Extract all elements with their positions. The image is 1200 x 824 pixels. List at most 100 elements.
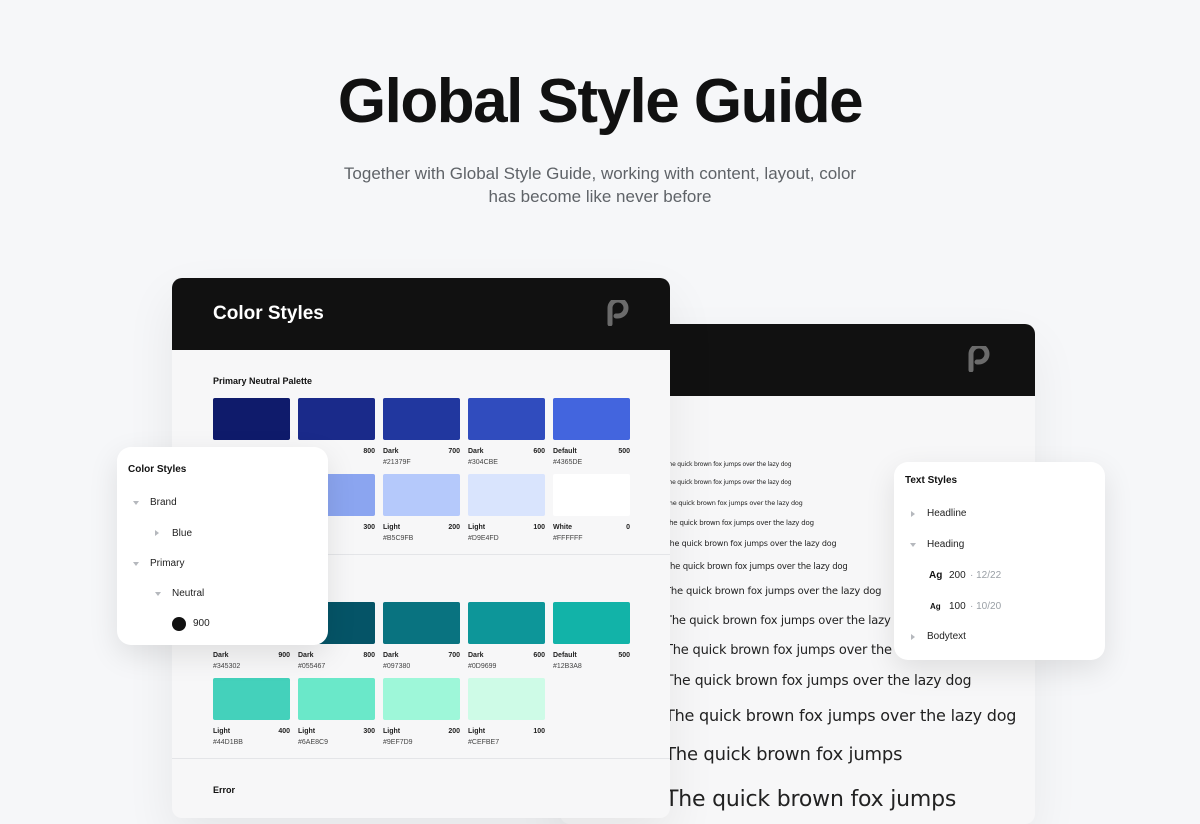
color-swatch[interactable] xyxy=(553,602,630,644)
color-swatch[interactable] xyxy=(553,474,630,516)
color-styles-panel: Color Styles Brand Blue Primary Neutral … xyxy=(117,447,328,645)
type-sample-line: The quick brown fox jumps over the lazy … xyxy=(665,539,837,548)
swatch-value: 600 xyxy=(533,448,545,455)
swatch-name: Default xyxy=(553,448,577,455)
chevron-down-icon[interactable] xyxy=(910,543,916,547)
swatch-value: 100 xyxy=(533,728,545,735)
tree-item-brand[interactable]: Brand xyxy=(150,497,177,508)
section-divider xyxy=(172,758,670,759)
color-swatch[interactable] xyxy=(468,602,545,644)
swatch-name: Light xyxy=(468,524,486,531)
color-swatch[interactable] xyxy=(553,398,630,440)
chevron-down-icon[interactable] xyxy=(155,592,161,596)
swatch-name: Dark xyxy=(383,448,399,455)
swatch-hex: #304CBE xyxy=(468,459,498,466)
tree-item-neutral[interactable]: Neutral xyxy=(172,588,204,599)
color-swatch[interactable] xyxy=(383,602,460,644)
type-lineheight-100: · 10/20 xyxy=(970,601,1002,612)
color-dot-icon xyxy=(172,617,186,631)
swatch-hex: #097380 xyxy=(383,663,411,670)
swatch-name: Light xyxy=(213,728,231,735)
type-sample-ag-100: Ag xyxy=(930,602,941,611)
swatch-value: 700 xyxy=(448,448,460,455)
type-sample-line: The quick brown fox jumps over the lazy … xyxy=(665,613,916,627)
chevron-down-icon[interactable] xyxy=(133,501,139,505)
swatch-value: 500 xyxy=(618,652,630,659)
swatch-value: 600 xyxy=(533,652,545,659)
tree-item-headline[interactable]: Headline xyxy=(927,508,966,519)
chevron-right-icon[interactable] xyxy=(911,511,915,517)
tree-item-heading[interactable]: Heading xyxy=(927,539,964,550)
tree-item-primary[interactable]: Primary xyxy=(150,558,184,569)
chevron-right-icon[interactable] xyxy=(911,634,915,640)
swatch-name: Dark xyxy=(298,652,314,659)
type-sample-ag-200: Ag xyxy=(929,570,943,581)
swatch-name: Dark xyxy=(383,652,399,659)
swatch-value: 700 xyxy=(448,652,460,659)
color-card-header: Color Styles xyxy=(172,278,670,350)
color-card-title: Color Styles xyxy=(213,303,324,324)
color-swatch[interactable] xyxy=(213,398,290,440)
color-swatch[interactable] xyxy=(298,398,375,440)
type-sample-line: The quick brown fox jumps over the lazy … xyxy=(665,673,972,689)
swatch-value: 500 xyxy=(618,448,630,455)
tree-item-shade-900[interactable]: 900 xyxy=(193,618,210,629)
color-swatch[interactable] xyxy=(298,678,375,720)
swatch-hex: #D9E4FD xyxy=(468,535,499,542)
text-panel-title: Text Styles xyxy=(905,475,958,486)
type-sample-line: The quick brown fox jumps over the lazy … xyxy=(665,519,814,527)
swatch-name: Light xyxy=(468,728,486,735)
swatch-value: 200 xyxy=(448,524,460,531)
brand-p-logo-icon xyxy=(607,300,629,326)
tree-item-blue[interactable]: Blue xyxy=(172,528,192,539)
swatch-hex: #FFFFFF xyxy=(553,535,583,542)
swatch-hex: #055467 xyxy=(298,663,326,670)
type-sample-line: The quick brown fox jumps over the lazy … xyxy=(665,461,792,468)
color-swatch[interactable] xyxy=(468,398,545,440)
color-swatch[interactable] xyxy=(383,678,460,720)
swatch-hex: #4365DE xyxy=(553,459,583,466)
type-sample-line: The quick brown fox jumps over the lazy … xyxy=(665,499,803,507)
type-sample-line: The quick brown fox jumps over the lazy … xyxy=(665,706,1017,725)
swatch-hex: #0D9699 xyxy=(468,663,497,670)
chevron-down-icon[interactable] xyxy=(133,562,139,566)
color-swatch[interactable] xyxy=(383,398,460,440)
brand-p-logo-icon xyxy=(968,346,990,372)
text-styles-panel: Text Styles Headline Heading Ag 200 · 12… xyxy=(894,462,1105,660)
color-swatch[interactable] xyxy=(468,474,545,516)
swatch-name: Dark xyxy=(213,652,229,659)
swatch-value: 200 xyxy=(448,728,460,735)
swatch-hex: #345302 xyxy=(213,663,241,670)
swatch-hex: #21379F xyxy=(383,459,411,466)
color-swatch[interactable] xyxy=(213,678,290,720)
swatch-value: 400 xyxy=(278,728,290,735)
swatch-hex: #44D1BB xyxy=(213,739,243,746)
page-subtitle: Together with Global Style Guide, workin… xyxy=(343,164,857,206)
color-swatch[interactable] xyxy=(468,678,545,720)
swatch-name: Dark xyxy=(468,652,484,659)
section-label-error: Error xyxy=(213,785,236,795)
swatch-name: Light xyxy=(383,524,401,531)
type-sample-line: The quick brown fox jumps over the lazy … xyxy=(665,586,882,597)
swatch-value: 100 xyxy=(533,524,545,531)
swatch-value: 800 xyxy=(363,448,375,455)
tree-item-bodytext[interactable]: Bodytext xyxy=(927,631,966,642)
color-panel-title: Color Styles xyxy=(128,464,187,475)
page-title: Global Style Guide xyxy=(337,67,864,136)
swatch-name: Dark xyxy=(468,448,484,455)
swatch-hex: #B5C9FB xyxy=(383,535,414,542)
type-size-200[interactable]: 200 xyxy=(949,570,966,581)
type-sample-line: The quick brown fox jumps over the lazy … xyxy=(665,479,792,486)
swatch-name: Light xyxy=(298,728,316,735)
swatch-hex: #12B3A8 xyxy=(553,663,582,670)
swatch-value: 0 xyxy=(626,524,630,531)
swatch-value: 900 xyxy=(278,652,290,659)
type-sample-line: The quick brown fox jumps xyxy=(665,744,903,765)
chevron-right-icon[interactable] xyxy=(155,530,159,536)
type-size-100[interactable]: 100 xyxy=(949,601,966,612)
swatch-value: 800 xyxy=(363,652,375,659)
swatch-hex: #6AE8C9 xyxy=(298,739,328,746)
swatch-hex: #CEFBE7 xyxy=(468,739,500,746)
type-lineheight-200: · 12/22 xyxy=(970,570,1002,581)
color-swatch[interactable] xyxy=(383,474,460,516)
